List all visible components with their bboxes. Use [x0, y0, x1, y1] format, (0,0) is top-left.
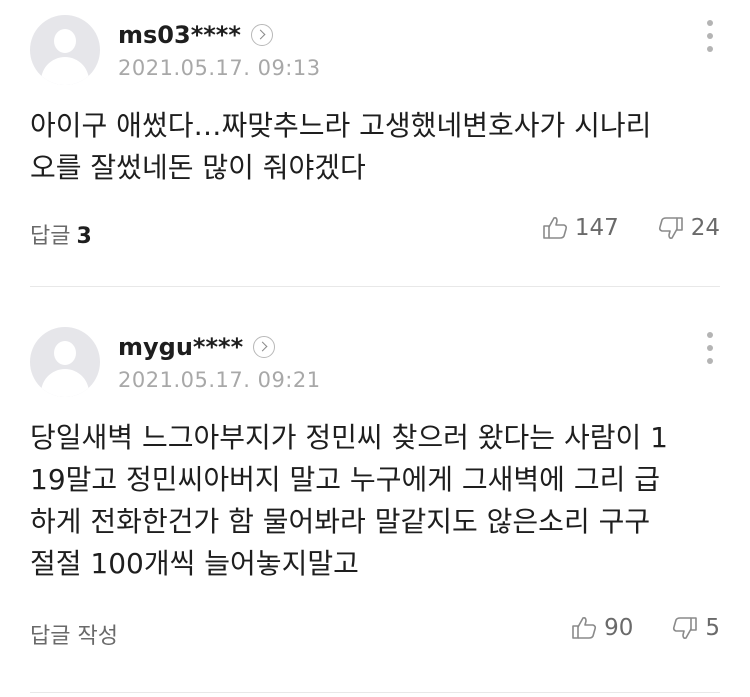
avatar[interactable] [30, 15, 100, 85]
username-text[interactable]: mygu**** [118, 333, 243, 361]
like-count: 147 [574, 215, 619, 241]
avatar-head-shape [54, 341, 76, 365]
more-vertical-icon[interactable] [706, 332, 714, 364]
thumbs-up-icon [543, 217, 567, 239]
like-count: 90 [604, 615, 634, 641]
avatar-head-shape [54, 29, 76, 53]
thumbs-down-icon [658, 217, 683, 239]
dislike-count: 24 [690, 215, 720, 241]
more-vertical-icon[interactable] [706, 20, 714, 52]
chevron-right-icon[interactable] [253, 336, 276, 358]
comment-text: 아이구 애썼다…짜맞추느라 고생했네변호사가 시나리 오를 잘썼네돈 많이 줘야… [30, 109, 652, 184]
like-button[interactable]: 147 [541, 214, 619, 242]
username[interactable]: mygu**** [118, 332, 276, 362]
chevron-right-icon[interactable] [250, 24, 273, 46]
reply-label: 답글 작성 [30, 624, 118, 649]
username-text[interactable]: ms03**** [118, 21, 241, 49]
dislike-count: 5 [705, 615, 720, 641]
comment-divider [30, 692, 720, 693]
thumbs-down-icon [673, 617, 698, 639]
reaction-bar: 90 5 [570, 614, 720, 642]
reply-button[interactable]: 답글 작성 [30, 618, 118, 650]
dislike-button[interactable]: 5 [671, 614, 720, 642]
reply-count: 3 [76, 224, 92, 249]
like-button[interactable]: 90 [570, 614, 633, 642]
reaction-bar: 147 24 [541, 214, 720, 242]
comment-divider [30, 286, 720, 287]
username[interactable]: ms03**** [118, 20, 273, 50]
comment-date: 2021.05.17. 09:13 [118, 56, 321, 80]
thumbs-up-icon [572, 617, 597, 639]
dislike-button[interactable]: 24 [657, 214, 720, 242]
avatar-body-shape [41, 369, 89, 397]
comment-date: 2021.05.17. 09:21 [118, 368, 321, 392]
reply-label: 답글 [30, 224, 71, 249]
avatar[interactable] [30, 327, 100, 397]
reply-button[interactable]: 답글 3 [30, 218, 92, 250]
avatar-body-shape [41, 57, 89, 85]
comment-text: 당일새벽 느그아부지가 정민씨 찾으러 왔다는 사람이 1 19말고 정민씨아버… [30, 421, 668, 580]
